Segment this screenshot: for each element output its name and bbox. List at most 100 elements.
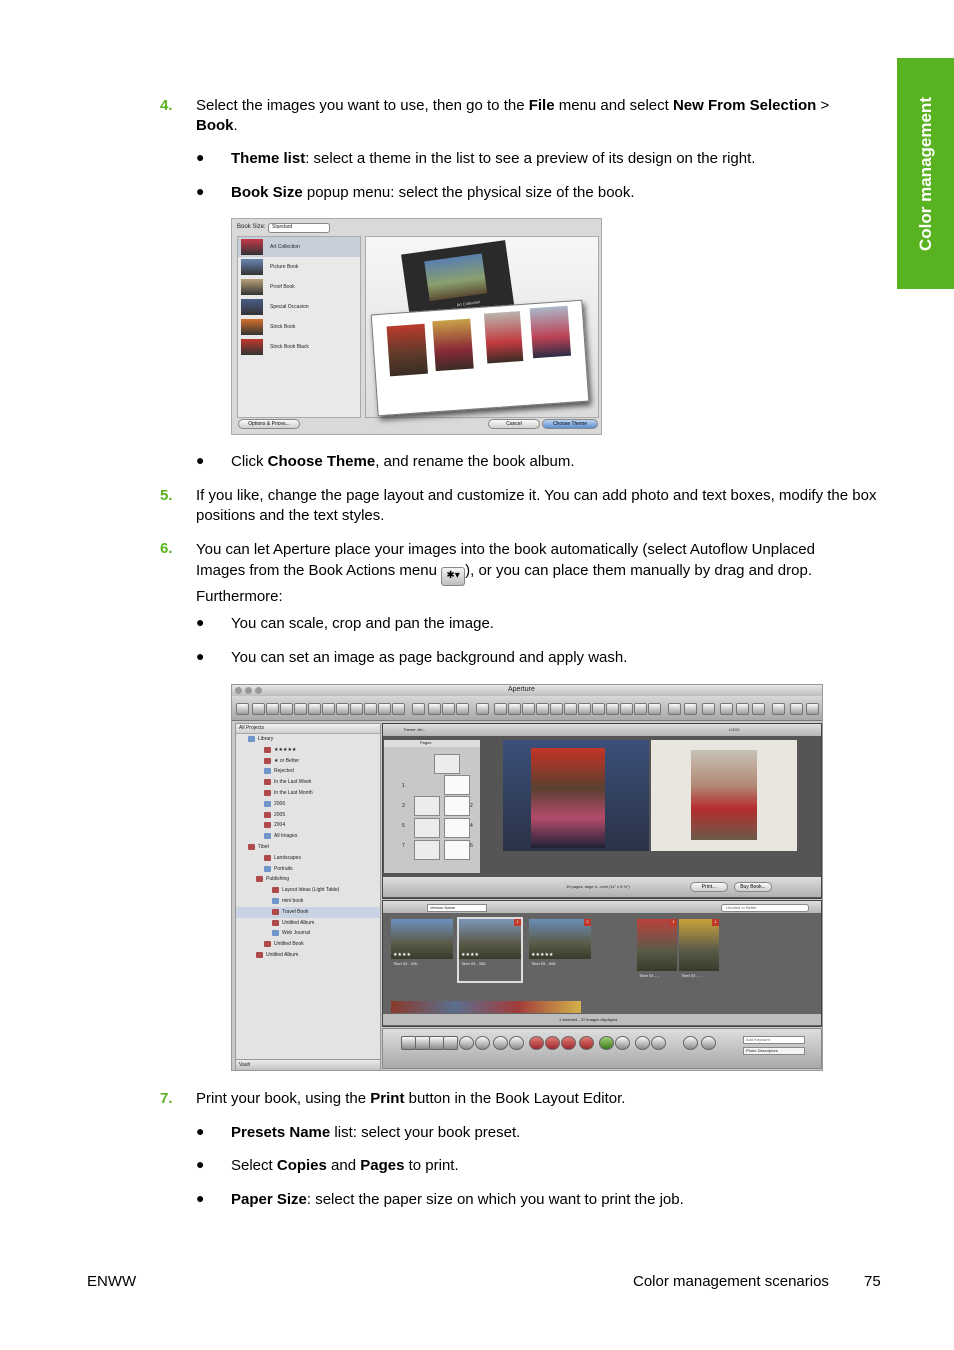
page-thumbnail[interactable] [434, 754, 460, 774]
theme-list-item[interactable]: Picture Book [238, 257, 360, 277]
project-tree-item[interactable]: Web Journal [236, 928, 380, 939]
project-tree-item[interactable]: mini book [236, 896, 380, 907]
toolbar-icon[interactable] [684, 703, 697, 715]
toolbar-icon[interactable] [494, 703, 507, 715]
book-size-popup[interactable]: Standard [268, 223, 330, 233]
toolbar-icon[interactable] [702, 703, 715, 715]
control-button[interactable] [561, 1036, 576, 1050]
project-tree-item[interactable]: Layout Ideas (Light Table) [236, 885, 380, 896]
toolbar-icon[interactable] [412, 703, 425, 715]
project-tree-item[interactable]: In the Last Month [236, 788, 380, 799]
control-button[interactable] [683, 1036, 698, 1050]
toolbar-icon[interactable] [428, 703, 441, 715]
control-button[interactable] [475, 1036, 490, 1050]
page-thumbnail[interactable] [444, 818, 470, 838]
toolbar-icon[interactable] [266, 703, 279, 715]
toolbar-icon[interactable] [790, 703, 803, 715]
project-tree-item[interactable]: Library [236, 734, 380, 745]
toolbar-icon[interactable] [476, 703, 489, 715]
control-button[interactable] [443, 1036, 458, 1050]
toolbar-icon[interactable] [308, 703, 321, 715]
theme-list-item[interactable]: Stock Book Black [238, 337, 360, 357]
page-thumbnail[interactable] [444, 775, 470, 795]
control-button[interactable] [579, 1036, 594, 1050]
filmstrip-item[interactable]: Tibet 03 - ... 1 [637, 919, 677, 981]
project-tree-item[interactable]: Publishing [236, 874, 380, 885]
toolbar-icon[interactable] [252, 703, 265, 715]
toolbar-icon[interactable] [508, 703, 521, 715]
toolbar-icon[interactable] [280, 703, 293, 715]
choose-theme-button[interactable]: Choose Theme [542, 419, 598, 429]
page-thumbnail[interactable] [444, 840, 470, 860]
page-thumbnail[interactable] [414, 818, 440, 838]
book-page-right[interactable] [651, 740, 797, 851]
toolbar-icon[interactable] [236, 703, 249, 715]
project-tree-item[interactable]: 2005 [236, 810, 380, 821]
toolbar-icon[interactable] [550, 703, 563, 715]
project-tree-item[interactable]: Untitled Album [236, 918, 380, 929]
toolbar-icon[interactable] [392, 703, 405, 715]
options-prices-button[interactable]: Options & Prices... [238, 419, 300, 429]
page-thumbnail[interactable] [444, 796, 470, 816]
page-thumbnail[interactable] [414, 796, 440, 816]
control-button[interactable] [493, 1036, 508, 1050]
filmstrip-item[interactable]: ★★★★★ Tibet 05 - 608 2 [529, 919, 591, 981]
control-button[interactable] [599, 1036, 614, 1050]
pages-panel[interactable]: Pages 1234567 [384, 740, 480, 873]
control-button[interactable] [459, 1036, 474, 1050]
project-tree-item[interactable]: Untitled Album [236, 950, 380, 961]
buy-book-button[interactable]: Buy Book... [734, 882, 772, 892]
project-tree-item[interactable]: All Images [236, 831, 380, 842]
project-tree-item[interactable]: In the Last Week [236, 777, 380, 788]
toolbar-icon[interactable] [442, 703, 455, 715]
filmstrip-item[interactable]: ★★★★ Tibet 05 - 083 1 [457, 917, 523, 983]
toolbar-icon[interactable] [668, 703, 681, 715]
toolbar-icon[interactable] [322, 703, 335, 715]
project-tree-item[interactable]: 2006 [236, 799, 380, 810]
toolbar-icon[interactable] [736, 703, 749, 715]
control-button[interactable] [635, 1036, 650, 1050]
toolbar-icon[interactable] [536, 703, 549, 715]
project-tree-item[interactable]: Untitled Book [236, 939, 380, 950]
project-tree-item[interactable]: 2004 [236, 820, 380, 831]
toolbar-icon[interactable] [350, 703, 363, 715]
filmstrip-second-row[interactable] [391, 1001, 581, 1013]
theme-list[interactable]: Art Collection Picture Book Proof Book Spec… [237, 236, 361, 418]
control-button[interactable] [545, 1036, 560, 1050]
project-tree-item[interactable]: Travel Book [236, 906, 380, 918]
cancel-button[interactable]: Cancel [488, 419, 540, 429]
book-page-left[interactable] [503, 740, 649, 851]
main-toolbar[interactable] [232, 696, 822, 721]
project-tree-item[interactable]: ★ or Better [236, 756, 380, 767]
toolbar-icon[interactable] [592, 703, 605, 715]
project-tree-item[interactable]: ★★★★★ [236, 745, 380, 756]
control-button[interactable] [701, 1036, 716, 1050]
toolbar-icon[interactable] [578, 703, 591, 715]
toolbar-icon[interactable] [720, 703, 733, 715]
toolbar-icon[interactable] [336, 703, 349, 715]
filmstrip-item[interactable]: Tibet 03 - ... 1 [679, 919, 719, 981]
project-tree-item[interactable]: Portraits [236, 864, 380, 875]
toolbar-icon[interactable] [772, 703, 785, 715]
filmstrip-item[interactable]: ★★★★ Tibet 05 - 090 [391, 919, 453, 981]
control-button[interactable] [615, 1036, 630, 1050]
toolbar-icon[interactable] [606, 703, 619, 715]
control-button[interactable] [429, 1036, 444, 1050]
toolbar-icon[interactable] [364, 703, 377, 715]
toolbar-icon[interactable] [294, 703, 307, 715]
toolbar-icon[interactable] [564, 703, 577, 715]
toolbar-icon[interactable] [634, 703, 647, 715]
project-tree-item[interactable]: Tibet [236, 842, 380, 853]
toolbar-icon[interactable] [752, 703, 765, 715]
print-button[interactable]: Print... [690, 882, 728, 892]
toolbar-icon[interactable] [806, 703, 819, 715]
control-bar[interactable]: Add Keyword Photo Descriptors [382, 1028, 822, 1069]
control-button[interactable] [529, 1036, 544, 1050]
theme-list-item[interactable]: Proof Book [238, 277, 360, 297]
control-button[interactable] [401, 1036, 416, 1050]
toolbar-icon[interactable] [456, 703, 469, 715]
control-button[interactable] [651, 1036, 666, 1050]
project-tree-item[interactable]: Rejected [236, 766, 380, 777]
toolbar-icon[interactable] [378, 703, 391, 715]
toolbar-icon[interactable] [648, 703, 661, 715]
